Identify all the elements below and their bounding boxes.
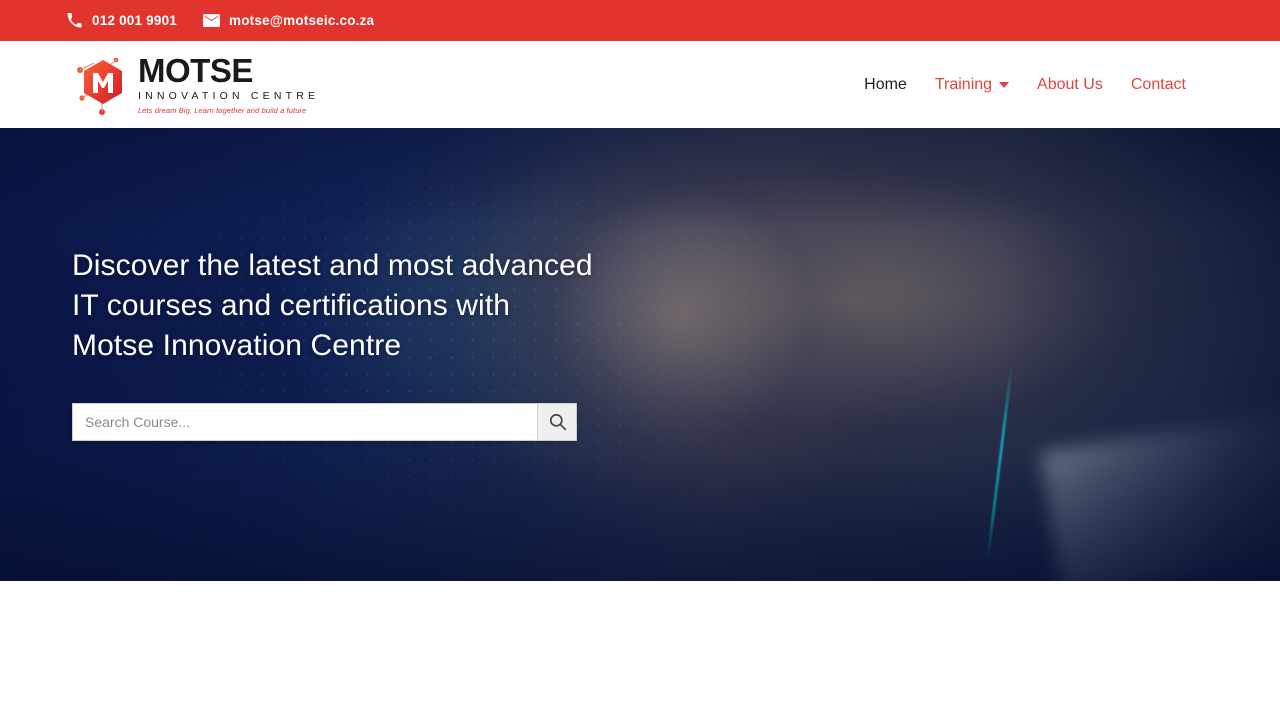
nav-item-home-label: Home xyxy=(864,75,907,93)
topbar-phone-label: 012 001 9901 xyxy=(92,13,177,28)
brand-tagline: Lets dream Big, Learn together and build… xyxy=(138,106,307,115)
nav-item-contact[interactable]: Contact xyxy=(1131,76,1186,94)
search-button[interactable] xyxy=(537,402,577,441)
topbar-email[interactable]: motse@motseic.co.za xyxy=(202,13,375,29)
motse-hexagon-m-logo-icon xyxy=(72,54,134,116)
main-navigation: Home Training About Us Contact xyxy=(864,76,1186,94)
phone-icon xyxy=(66,13,83,29)
brand-subtitle: INNOVATION CENTRE xyxy=(138,90,320,102)
nav-item-contact-label: Contact xyxy=(1130,75,1186,93)
brand-logo[interactable]: MOTSE INNOVATION CENTRE Lets dream Big, … xyxy=(72,54,319,116)
nav-item-training-label: Training xyxy=(934,75,993,93)
chevron-down-icon xyxy=(999,81,1010,88)
brand-name: MOTSE xyxy=(138,52,253,89)
course-search-bar xyxy=(72,402,577,441)
nav-item-about-us-label: About Us xyxy=(1037,75,1103,93)
nav-item-home[interactable]: Home xyxy=(864,76,907,94)
site-header: MOTSE INNOVATION CENTRE Lets dream Big, … xyxy=(0,41,1280,128)
hero-heading: Discover the latest and most advanced IT… xyxy=(72,249,593,363)
search-input[interactable] xyxy=(72,402,537,441)
topbar-email-label: motse@motseic.co.za xyxy=(228,13,375,28)
nav-item-training[interactable]: Training xyxy=(934,75,1010,94)
top-contact-bar: 012 001 9901 motse@motseic.co.za xyxy=(0,0,1280,41)
search-icon xyxy=(548,412,567,431)
topbar-phone[interactable]: 012 001 9901 xyxy=(66,13,177,29)
hero-section: Discover the latest and most advanced IT… xyxy=(0,128,1280,581)
envelope-icon xyxy=(202,13,220,29)
page-content-below-hero xyxy=(0,581,1280,720)
nav-item-about-us[interactable]: About Us xyxy=(1037,76,1103,94)
